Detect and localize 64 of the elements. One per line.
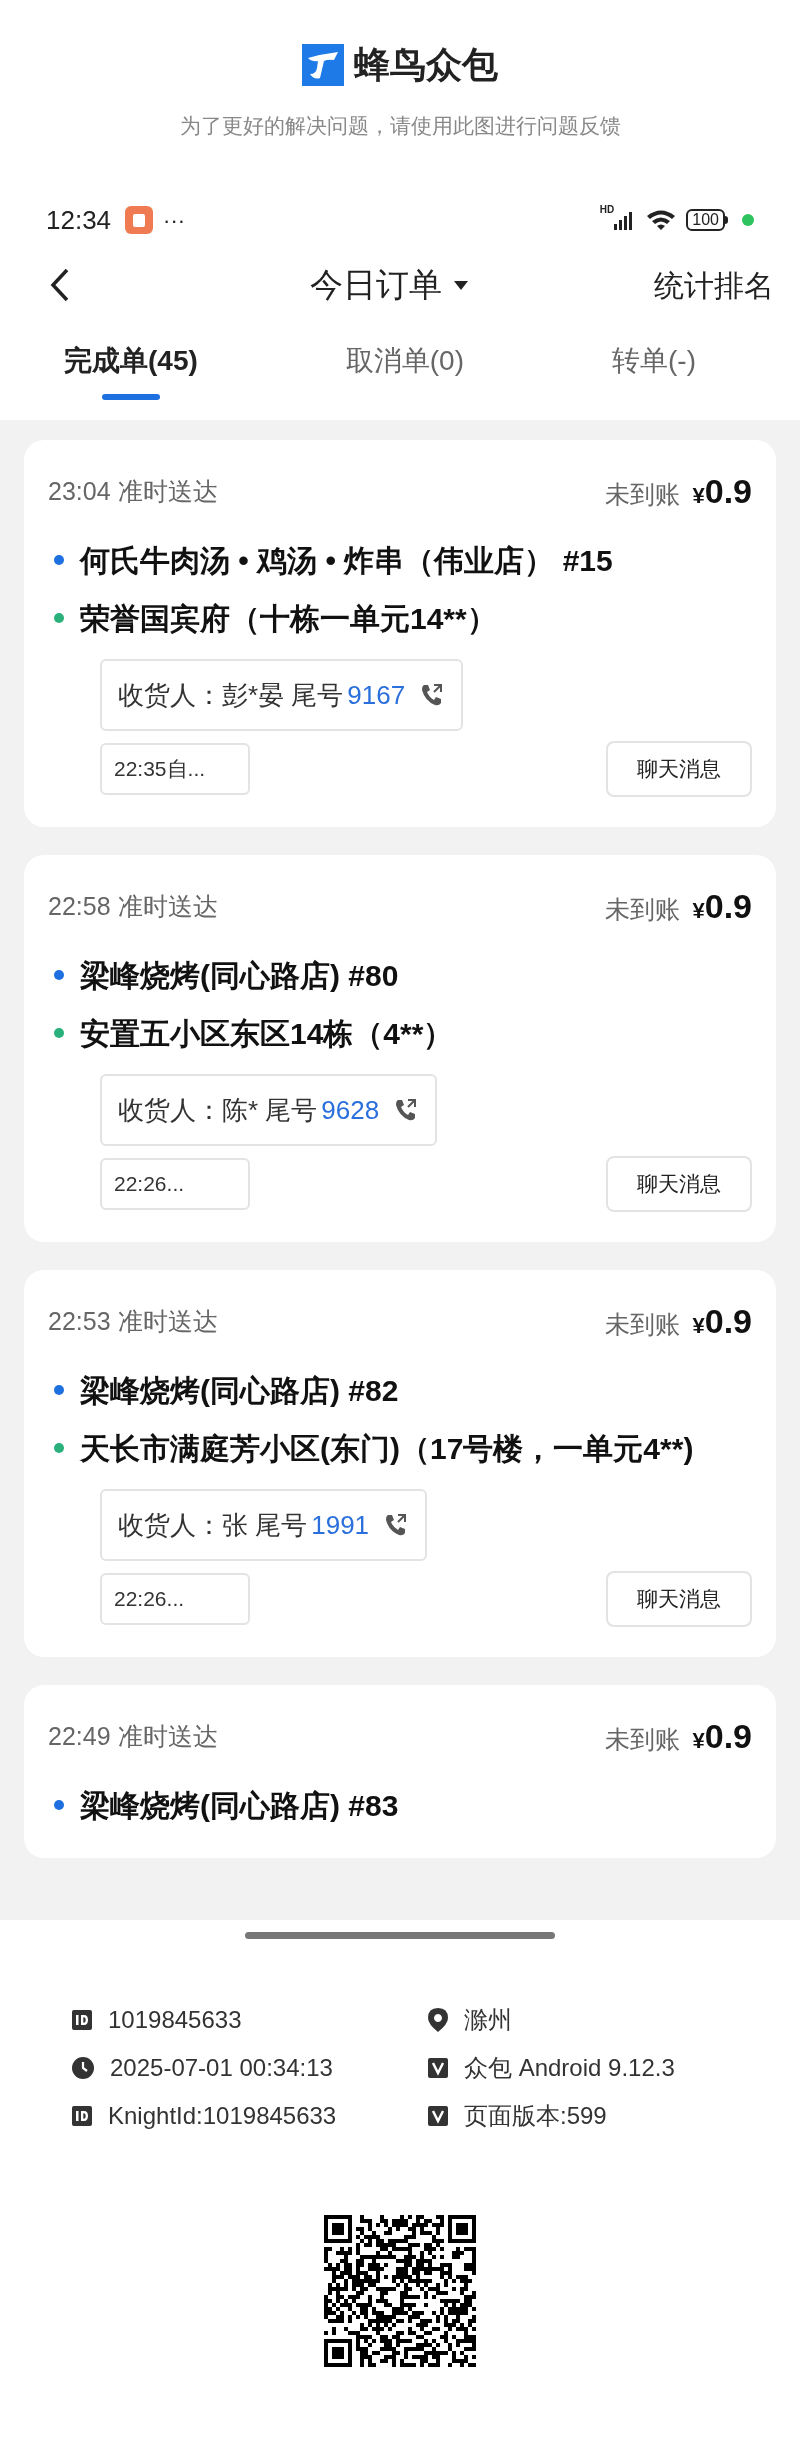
order-card[interactable]: 23:04 准时送达 未到账 ¥0.9 何氏牛肉汤 • 鸡汤 • 炸串（伟业店） #15 荣誉国宾府（十栋一单元14**） 收货人：彭*晏 尾号 9167 22:35自... 聊天消息 — [24, 440, 776, 827]
clock-time: 12:34 — [46, 203, 112, 237]
order-card[interactable]: 22:49 准时送达 未到账 ¥0.9 梁峰烧烤(同心路店) #83 — [24, 1685, 776, 1858]
settlement-status: 未到账 — [605, 1309, 681, 1340]
delivery-status: 22:53 准时送达 — [48, 1305, 218, 1337]
settlement-status: 未到账 — [605, 1724, 681, 1755]
app-notification-icon — [125, 206, 154, 234]
chat-button[interactable]: 聊天消息 — [606, 1156, 752, 1212]
settlement-status: 未到账 — [605, 894, 681, 925]
info-text: 1019845633 — [108, 2005, 242, 2035]
network-type: HD — [599, 203, 615, 217]
delivery-address: 安置五小区东区14栋（4**） — [80, 1016, 454, 1052]
wifi-icon — [646, 209, 677, 231]
order-price: ¥0.9 — [692, 1716, 752, 1757]
store-name: 梁峰烧烤(同心路店) #83 — [80, 1788, 399, 1824]
phone-tail-number[interactable]: 9167 — [347, 675, 406, 715]
statistics-ranking-link[interactable]: 统计排名 — [654, 262, 774, 308]
order-card[interactable]: 22:58 准时送达 未到账 ¥0.9 梁峰烧烤(同心路店) #80 安置五小区东区14栋（4**） 收货人：陈* 尾号 9628 22:26... 聊天消息 — [24, 855, 776, 1242]
order-price: ¥0.9 — [692, 1301, 752, 1342]
info-text: 众包 Android 9.12.3 — [464, 2053, 675, 2083]
delivery-note: 22:26... — [100, 1158, 250, 1210]
version-icon — [428, 2058, 448, 2078]
delivery-status: 22:49 准时送达 — [48, 1720, 218, 1752]
settlement-status: 未到账 — [605, 479, 681, 510]
delivery-status: 22:58 准时送达 — [48, 890, 218, 922]
chat-button[interactable]: 聊天消息 — [606, 741, 752, 797]
phone-tail-number[interactable]: 9628 — [321, 1090, 380, 1130]
back-icon[interactable] — [50, 268, 70, 302]
more-notifications: ··· — [163, 206, 186, 235]
store-name: 梁峰烧烤(同心路店) #80 — [80, 958, 399, 994]
tab[interactable]: 转单(-) — [612, 340, 696, 400]
phone-tail-number[interactable]: 1991 — [311, 1505, 370, 1545]
store-name: 何氏牛肉汤 • 鸡汤 • 炸串（伟业店） #15 — [80, 543, 613, 579]
receiver-info: 收货人：张 尾号 — [118, 1508, 308, 1542]
app-title: 蜂鸟众包 — [354, 43, 498, 87]
chat-button[interactable]: 聊天消息 — [606, 1571, 752, 1627]
info-text: KnightId:1019845633 — [108, 2101, 337, 2131]
logo-icon — [302, 44, 344, 86]
clock-icon — [72, 2057, 94, 2079]
info-text: 2025-07-01 00:34:13 — [110, 2053, 333, 2083]
delivery-address: 荣誉国宾府（十栋一单元14**） — [80, 601, 497, 637]
order-card[interactable]: 22:53 准时送达 未到账 ¥0.9 梁峰烧烤(同心路店) #82 天长市满庭芳小区(东门)（17号楼，一单元4**) 收货人：张 尾号 1991 22:26... 聊天消息 — [24, 1270, 776, 1657]
info-text: 滁州 — [464, 2005, 512, 2035]
order-price: ¥0.9 — [692, 886, 752, 927]
delivery-status: 23:04 准时送达 — [48, 475, 218, 507]
version-icon — [428, 2106, 448, 2126]
date-filter-dropdown[interactable]: 今日订单 — [310, 260, 468, 310]
delivery-address: 天长市满庭芳小区(东门)（17号楼，一单元4**) — [80, 1431, 694, 1467]
id-icon — [72, 2106, 92, 2126]
delivery-note: 22:26... — [100, 1573, 250, 1625]
info-text: 页面版本:599 — [464, 2101, 607, 2131]
store-name: 梁峰烧烤(同心路店) #82 — [80, 1373, 399, 1409]
battery-icon: 100 — [686, 209, 728, 231]
tab[interactable]: 完成单(45) — [64, 340, 198, 400]
id-icon — [72, 2010, 92, 2030]
order-price: ¥0.9 — [692, 471, 752, 512]
location-pin-icon — [428, 2008, 448, 2032]
caret-icon — [454, 280, 468, 290]
receiver-info: 收货人：陈* 尾号 — [118, 1093, 318, 1127]
delivery-note: 22:35自... — [100, 743, 250, 795]
subtitle: 为了更好的解决问题，请使用此图进行问题反馈 — [179, 113, 621, 139]
receiver-info: 收货人：彭*晏 尾号 — [118, 678, 344, 712]
drag-handle[interactable] — [245, 1932, 555, 1939]
tab[interactable]: 取消单(0) — [345, 340, 464, 400]
